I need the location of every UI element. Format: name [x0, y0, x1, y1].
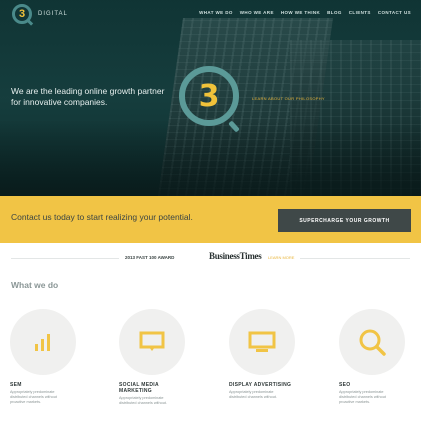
service-icon-circle: [10, 309, 76, 375]
service-desc: Appropriately predominate distributed ch…: [119, 396, 167, 405]
business-times-logo: BusinessTimes: [209, 251, 262, 261]
divider: [11, 258, 119, 259]
divider: [300, 258, 410, 259]
learn-more-link[interactable]: LEARN MORE: [268, 255, 294, 260]
section-heading: What we do: [11, 280, 59, 290]
service-title: SOCIAL MEDIA MARKETING: [119, 382, 159, 394]
nav-clients[interactable]: CLIENTS: [349, 10, 371, 15]
service-title: SEO: [339, 382, 351, 388]
nav-how-we-think[interactable]: HOW WE THINK: [281, 10, 320, 15]
emblem-mark-text: 3: [198, 78, 220, 114]
q-logo-icon: 3: [12, 4, 32, 24]
service-display-advertising[interactable]: DISPLAY ADVERTISING Appropriately predom…: [229, 309, 299, 400]
service-icon-circle: [119, 309, 185, 375]
award-text: 2013 FAST 100 AWARD: [125, 255, 175, 260]
service-social-media[interactable]: SOCIAL MEDIA MARKETING Appropriately pre…: [119, 309, 189, 406]
service-title: SEM: [10, 382, 22, 388]
service-seo[interactable]: SEO Appropriately predominate distribute…: [339, 309, 409, 405]
award-strip: 2013 FAST 100 AWARD BusinessTimes LEARN …: [0, 250, 421, 268]
magnifier-icon: [359, 329, 386, 356]
main-nav: WHAT WE DO WHO WE ARE HOW WE THINK BLOG …: [199, 10, 411, 15]
bar-chart-icon: [35, 334, 50, 351]
monitor-icon: [248, 331, 276, 352]
service-desc: Appropriately predominate distributed ch…: [339, 390, 386, 404]
philosophy-link[interactable]: LEARN ABOUT OUR PHILOSOPHY: [252, 96, 325, 101]
brand-name: DIGITAL: [38, 11, 68, 17]
speech-bubble-icon: [139, 331, 165, 351]
service-icon-circle: [339, 309, 405, 375]
service-sem[interactable]: SEM Appropriately predominate distribute…: [10, 309, 80, 405]
logo-mark-text: 3: [18, 8, 26, 20]
cta-text: Contact us today to start realizing your…: [11, 212, 193, 222]
service-icon-circle: [229, 309, 295, 375]
supercharge-button[interactable]: SUPERCHARGE YOUR GROWTH: [278, 209, 411, 232]
service-title: DISPLAY ADVERTISING: [229, 382, 292, 388]
nav-who-we-are[interactable]: WHO WE ARE: [240, 10, 274, 15]
service-desc: Appropriately predominate distributed ch…: [229, 390, 277, 399]
hero-shade: [0, 120, 421, 196]
nav-blog[interactable]: BLOG: [327, 10, 342, 15]
nav-what-we-do[interactable]: WHAT WE DO: [199, 10, 233, 15]
service-desc: Appropriately predominate distributed ch…: [10, 390, 57, 404]
brand-logo[interactable]: 3 DIGITAL: [12, 4, 68, 24]
hero-section: 3 DIGITAL WHAT WE DO WHO WE ARE HOW WE T…: [0, 0, 421, 196]
q-emblem-icon: 3: [179, 66, 239, 126]
hero-tagline: We are the leading online growth partner…: [11, 86, 165, 107]
nav-contact-us[interactable]: CONTACT US: [378, 10, 411, 15]
